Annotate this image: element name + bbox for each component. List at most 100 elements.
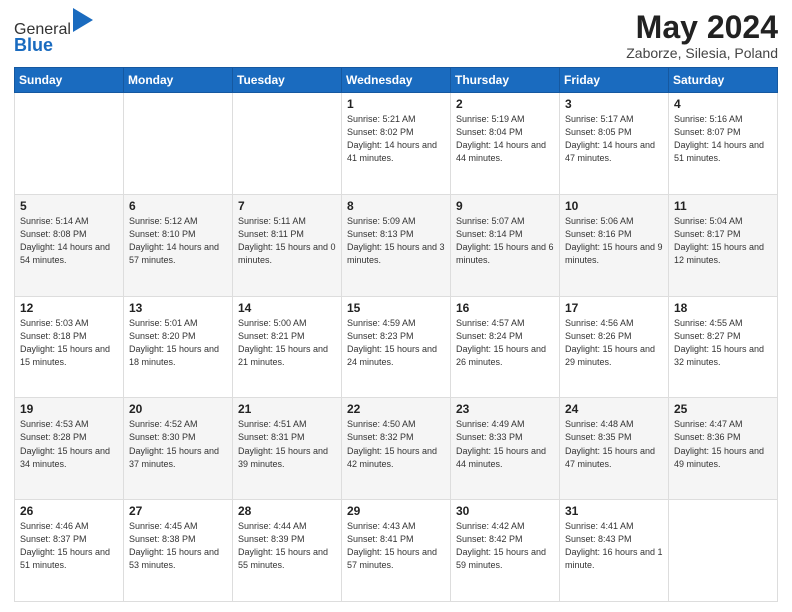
table-row: 6 Sunrise: 5:12 AM Sunset: 8:10 PM Daylig…: [124, 194, 233, 296]
table-row: [669, 500, 778, 602]
table-row: 15 Sunrise: 4:59 AM Sunset: 8:23 PM Dayli…: [342, 296, 451, 398]
day-number: 4: [674, 97, 772, 111]
table-row: 22Sunrise: 4:50 AM Sunset: 8:32 PM Dayli…: [342, 398, 451, 500]
table-row: 20Sunrise: 4:52 AM Sunset: 8:30 PM Dayli…: [124, 398, 233, 500]
table-row: 23 Sunrise: 4:49 AM Sunset: 8:33 PM Dayli…: [451, 398, 560, 500]
day-number: 19: [20, 402, 118, 416]
day-info: Sunrise: 5:01 AM Sunset: 8:20 PM Dayligh…: [129, 317, 227, 369]
day-number: 24: [565, 402, 663, 416]
calendar-week-row: 1 Sunrise: 5:21 AM Sunset: 8:02 PM Daylig…: [15, 93, 778, 195]
table-row: 24 Sunrise: 4:48 AM Sunset: 8:35 PM Dayli…: [560, 398, 669, 500]
day-number: 23: [456, 402, 554, 416]
table-row: 10Sunrise: 5:06 AM Sunset: 8:16 PM Dayli…: [560, 194, 669, 296]
table-row: [15, 93, 124, 195]
col-saturday: Saturday: [669, 68, 778, 93]
calendar-week-row: 12Sunrise: 5:03 AM Sunset: 8:18 PM Dayli…: [15, 296, 778, 398]
col-sunday: Sunday: [15, 68, 124, 93]
table-row: 26 Sunrise: 4:46 AM Sunset: 8:37 PM Dayli…: [15, 500, 124, 602]
day-number: 17: [565, 301, 663, 315]
month-title: May 2024: [626, 10, 778, 45]
calendar-week-row: 19 Sunrise: 4:53 AM Sunset: 8:28 PM Dayli…: [15, 398, 778, 500]
logo-block: General Blue: [14, 10, 95, 56]
calendar-week-row: 5Sunrise: 5:14 AM Sunset: 8:08 PM Daylig…: [15, 194, 778, 296]
table-row: 27Sunrise: 4:45 AM Sunset: 8:38 PM Dayli…: [124, 500, 233, 602]
table-row: 28Sunrise: 4:44 AM Sunset: 8:39 PM Dayli…: [233, 500, 342, 602]
day-number: 16: [456, 301, 554, 315]
page: General Blue May 2024 Zaborze, Silesia, …: [0, 0, 792, 612]
day-info: Sunrise: 4:51 AM Sunset: 8:31 PM Dayligh…: [238, 418, 336, 470]
logo-arrow-icon: [73, 8, 93, 32]
table-row: 9Sunrise: 5:07 AM Sunset: 8:14 PM Daylig…: [451, 194, 560, 296]
day-info: Sunrise: 5:11 AM Sunset: 8:11 PM Dayligh…: [238, 215, 336, 267]
col-tuesday: Tuesday: [233, 68, 342, 93]
day-info: Sunrise: 4:49 AM Sunset: 8:33 PM Dayligh…: [456, 418, 554, 470]
table-row: 5Sunrise: 5:14 AM Sunset: 8:08 PM Daylig…: [15, 194, 124, 296]
table-row: 25 Sunrise: 4:47 AM Sunset: 8:36 PM Dayli…: [669, 398, 778, 500]
table-row: [124, 93, 233, 195]
title-block: May 2024 Zaborze, Silesia, Poland: [626, 10, 778, 61]
day-info: Sunrise: 5:04 AM Sunset: 8:17 PM Dayligh…: [674, 215, 772, 267]
table-row: 31Sunrise: 4:41 AM Sunset: 8:43 PM Dayli…: [560, 500, 669, 602]
day-number: 26: [20, 504, 118, 518]
table-row: 19 Sunrise: 4:53 AM Sunset: 8:28 PM Dayli…: [15, 398, 124, 500]
day-info: Sunrise: 4:46 AM Sunset: 8:37 PM Dayligh…: [20, 520, 118, 572]
header: General Blue May 2024 Zaborze, Silesia, …: [14, 10, 778, 61]
day-number: 3: [565, 97, 663, 111]
table-row: 4Sunrise: 5:16 AM Sunset: 8:07 PM Daylig…: [669, 93, 778, 195]
calendar-week-row: 26 Sunrise: 4:46 AM Sunset: 8:37 PM Dayli…: [15, 500, 778, 602]
day-info: Sunrise: 4:55 AM Sunset: 8:27 PM Dayligh…: [674, 317, 772, 369]
table-row: 21 Sunrise: 4:51 AM Sunset: 8:31 PM Dayli…: [233, 398, 342, 500]
day-number: 11: [674, 199, 772, 213]
day-info: Sunrise: 4:53 AM Sunset: 8:28 PM Dayligh…: [20, 418, 118, 470]
day-number: 31: [565, 504, 663, 518]
day-info: Sunrise: 5:19 AM Sunset: 8:04 PM Dayligh…: [456, 113, 554, 165]
day-info: Sunrise: 5:12 AM Sunset: 8:10 PM Dayligh…: [129, 215, 227, 267]
day-info: Sunrise: 4:43 AM Sunset: 8:41 PM Dayligh…: [347, 520, 445, 572]
day-number: 7: [238, 199, 336, 213]
day-info: Sunrise: 4:57 AM Sunset: 8:24 PM Dayligh…: [456, 317, 554, 369]
table-row: 17Sunrise: 4:56 AM Sunset: 8:26 PM Dayli…: [560, 296, 669, 398]
table-row: 29 Sunrise: 4:43 AM Sunset: 8:41 PM Dayli…: [342, 500, 451, 602]
day-number: 8: [347, 199, 445, 213]
table-row: 14Sunrise: 5:00 AM Sunset: 8:21 PM Dayli…: [233, 296, 342, 398]
day-info: Sunrise: 4:59 AM Sunset: 8:23 PM Dayligh…: [347, 317, 445, 369]
day-number: 27: [129, 504, 227, 518]
day-info: Sunrise: 4:42 AM Sunset: 8:42 PM Dayligh…: [456, 520, 554, 572]
day-number: 1: [347, 97, 445, 111]
day-number: 15: [347, 301, 445, 315]
day-number: 13: [129, 301, 227, 315]
calendar-table: Sunday Monday Tuesday Wednesday Thursday…: [14, 67, 778, 602]
logo: General Blue: [14, 10, 95, 56]
day-number: 6: [129, 199, 227, 213]
table-row: 1 Sunrise: 5:21 AM Sunset: 8:02 PM Daylig…: [342, 93, 451, 195]
day-number: 14: [238, 301, 336, 315]
day-number: 2: [456, 97, 554, 111]
day-info: Sunrise: 5:21 AM Sunset: 8:02 PM Dayligh…: [347, 113, 445, 165]
day-number: 30: [456, 504, 554, 518]
day-number: 18: [674, 301, 772, 315]
col-thursday: Thursday: [451, 68, 560, 93]
day-info: Sunrise: 5:03 AM Sunset: 8:18 PM Dayligh…: [20, 317, 118, 369]
col-wednesday: Wednesday: [342, 68, 451, 93]
table-row: 2 Sunrise: 5:19 AM Sunset: 8:04 PM Daylig…: [451, 93, 560, 195]
day-info: Sunrise: 5:07 AM Sunset: 8:14 PM Dayligh…: [456, 215, 554, 267]
day-info: Sunrise: 5:17 AM Sunset: 8:05 PM Dayligh…: [565, 113, 663, 165]
table-row: 3 Sunrise: 5:17 AM Sunset: 8:05 PM Daylig…: [560, 93, 669, 195]
table-row: [233, 93, 342, 195]
logo-blue-text: Blue: [14, 35, 53, 55]
day-info: Sunrise: 4:50 AM Sunset: 8:32 PM Dayligh…: [347, 418, 445, 470]
table-row: 11 Sunrise: 5:04 AM Sunset: 8:17 PM Dayli…: [669, 194, 778, 296]
table-row: 18 Sunrise: 4:55 AM Sunset: 8:27 PM Dayli…: [669, 296, 778, 398]
table-row: 12Sunrise: 5:03 AM Sunset: 8:18 PM Dayli…: [15, 296, 124, 398]
day-number: 21: [238, 402, 336, 416]
table-row: 7 Sunrise: 5:11 AM Sunset: 8:11 PM Daylig…: [233, 194, 342, 296]
table-row: 13 Sunrise: 5:01 AM Sunset: 8:20 PM Dayli…: [124, 296, 233, 398]
day-info: Sunrise: 5:09 AM Sunset: 8:13 PM Dayligh…: [347, 215, 445, 267]
day-info: Sunrise: 4:47 AM Sunset: 8:36 PM Dayligh…: [674, 418, 772, 470]
calendar-header-row: Sunday Monday Tuesday Wednesday Thursday…: [15, 68, 778, 93]
day-number: 20: [129, 402, 227, 416]
day-info: Sunrise: 4:48 AM Sunset: 8:35 PM Dayligh…: [565, 418, 663, 470]
day-number: 29: [347, 504, 445, 518]
day-number: 25: [674, 402, 772, 416]
table-row: 30 Sunrise: 4:42 AM Sunset: 8:42 PM Dayli…: [451, 500, 560, 602]
